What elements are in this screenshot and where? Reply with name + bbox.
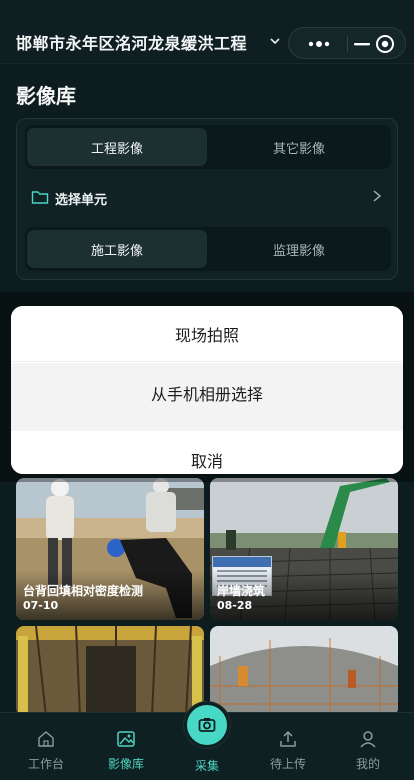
action-sheet: 现场拍照 从手机相册选择 取消 [11, 306, 403, 474]
unit-selector-label: 选择单元 [55, 193, 108, 208]
mini-program-capsule [288, 27, 406, 59]
capture-button[interactable] [184, 702, 230, 748]
target-icon[interactable] [373, 32, 397, 56]
tab-other-images[interactable]: 其它影像 [209, 128, 389, 166]
tab-label: 采集 [194, 759, 219, 773]
type-segmented-control: 施工影像 监理影像 [25, 227, 391, 271]
photo-card[interactable]: 岸墙浇筑 08-28 [210, 478, 398, 620]
photo-thumbnail [210, 626, 398, 716]
category-segmented-control: 工程影像 其它影像 [25, 125, 391, 169]
tab-gallery[interactable]: 影像库 [85, 713, 167, 780]
tab-label: 待上传 [269, 757, 306, 771]
chevron-down-icon[interactable] [270, 36, 280, 46]
home-icon [38, 731, 54, 747]
photo-caption: 岸墙浇筑 [217, 584, 266, 598]
photo-date: 07-10 [23, 599, 59, 612]
filter-panel: 工程影像 其它影像 选择单元 施工影像 监理影像 [16, 118, 398, 280]
tab-label: 工作台 [27, 757, 64, 771]
more-dots-icon[interactable] [301, 32, 337, 56]
camera-icon [198, 718, 216, 732]
tab-label: 影像库 [107, 757, 144, 771]
tab-supervision-images[interactable]: 监理影像 [209, 230, 389, 268]
photo-thumbnail [16, 626, 204, 716]
photo-card[interactable] [16, 626, 204, 716]
cancel-button[interactable]: 取消 [11, 431, 403, 474]
sheet-divider [11, 423, 403, 431]
photo-card[interactable]: 台背回填相对密度检测 07-10 [16, 478, 204, 620]
upload-icon [280, 731, 296, 747]
project-title[interactable]: 邯郸市永年区洺河龙泉缓洪工程 [16, 30, 247, 54]
tab-label: 我的 [355, 757, 380, 771]
tab-construction-images[interactable]: 施工影像 [27, 230, 207, 268]
tab-project-images[interactable]: 工程影像 [27, 128, 207, 166]
capsule-divider [347, 36, 348, 52]
tab-pending-upload[interactable]: 待上传 [247, 713, 329, 780]
top-bar: 邯郸市永年区洺河龙泉缓洪工程 [0, 0, 414, 64]
photo-caption: 台背回填相对密度检测 [23, 584, 144, 598]
minimize-icon[interactable] [351, 32, 373, 56]
tab-mine[interactable]: 我的 [327, 713, 409, 780]
photo-card[interactable] [210, 626, 398, 716]
image-icon [117, 731, 135, 747]
photo-date: 08-28 [217, 599, 253, 612]
chevron-right-icon [373, 190, 382, 202]
unit-selector[interactable]: 选择单元 [25, 179, 391, 217]
folder-icon [31, 191, 49, 204]
user-icon [360, 731, 376, 748]
take-photo-option[interactable]: 现场拍照 [11, 306, 403, 362]
tab-workbench[interactable]: 工作台 [5, 713, 87, 780]
page-title: 影像库 [16, 84, 76, 108]
choose-from-album-option[interactable]: 从手机相册选择 [11, 363, 403, 423]
